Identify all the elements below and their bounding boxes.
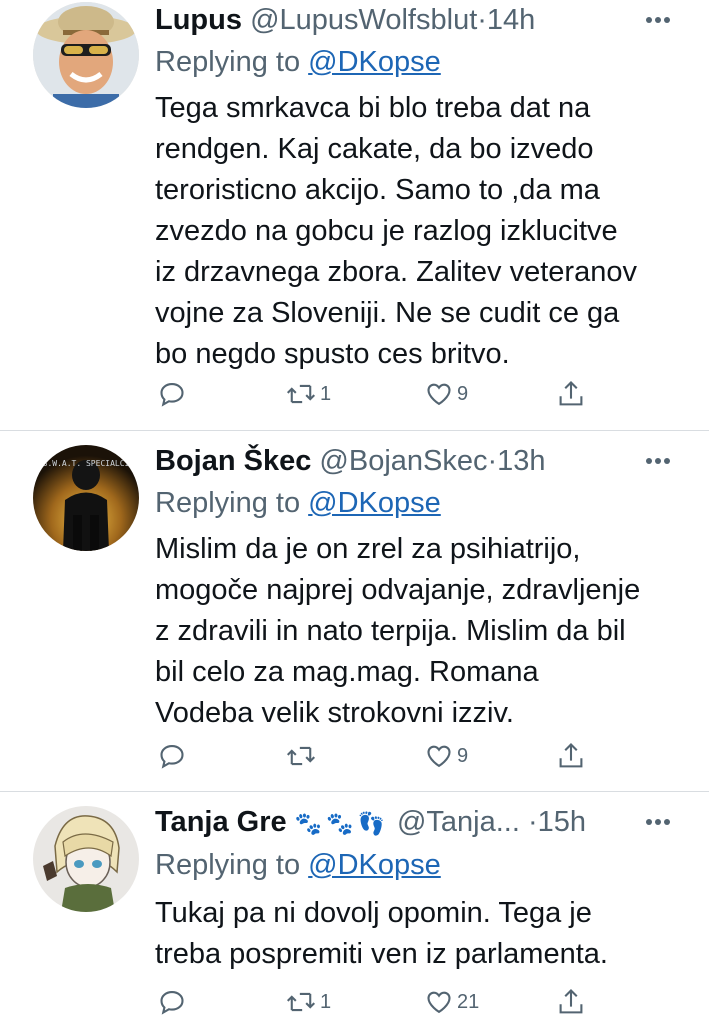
like-button[interactable]: 9 [425,374,468,414]
retweet-icon [286,384,316,404]
tweet-header: Bojan Škec @BojanSkec·13h [155,441,709,481]
avatar-photo [33,2,139,108]
mention-link[interactable]: @DKopse [308,487,441,519]
retweet-button[interactable]: 1 [286,982,331,1022]
retweet-button[interactable] [286,736,320,776]
separator-dot: · [477,4,487,36]
user-handle[interactable]: @LupusWolfsblut [250,4,477,36]
user-handle[interactable]: @Tanja... [397,806,520,838]
share-button[interactable] [557,374,585,414]
timestamp[interactable]: 15h [538,806,586,838]
replying-to-label: Replying to [155,849,301,881]
tweet-text-line: Tega smrkavca bi blo treba dat na [155,92,591,124]
avatar[interactable] [33,806,139,912]
tweet-text: Mislim da je on zrel za psihiatrijo, mog… [155,529,690,734]
display-name[interactable]: Bojan Škec [155,445,311,477]
like-button[interactable]: 21 [425,982,479,1022]
reply-button[interactable] [158,736,190,776]
reply-icon [160,745,184,769]
tweet-text-line: mogoče najprej odvajanje, zdravljenje [155,574,641,606]
tweet-text-line: Tukaj pa ni dovolj opomin. Tega je [155,897,592,929]
replying-to: Replying to @DKopse [155,42,441,82]
share-icon [559,380,583,406]
more-icon[interactable] [645,802,671,853]
retweet-count: 1 [320,990,332,1013]
tweet-actions: 1 9 [155,374,595,414]
retweet-icon [286,992,316,1012]
retweet-count: 1 [320,382,332,405]
replying-to-label: Replying to [155,46,301,78]
replying-to: Replying to @DKopse [155,845,441,885]
tweet-text-line: rendgen. Kaj cakate, da bo izvedo [155,133,594,165]
tweet-text-line: treba pospremiti ven iz parlamenta. [155,938,608,970]
heart-icon [427,383,451,406]
retweet-icon [286,746,316,766]
name-emoji: 🐾🐾👣 [294,811,389,836]
like-count: 9 [457,382,469,405]
reply-icon [160,383,184,407]
share-icon [559,742,583,768]
mention-link[interactable]: @DKopse [308,849,441,881]
heart-icon [427,991,451,1014]
share-button[interactable] [557,982,585,1022]
tweet-text-line: bil celo za mag.mag. Romana [155,656,539,688]
like-count: 9 [457,744,469,767]
reply-button[interactable] [158,982,190,1022]
reply-icon [160,991,184,1015]
tweet[interactable]: Tanja Gre 🐾🐾👣 @Tanja... ·15h Replying to… [0,792,709,1024]
tweet-text-line: iz drzavnega zbora. Zalitev veteranov [155,256,637,288]
replying-to: Replying to @DKopse [155,483,441,523]
tweet-actions: 9 [155,736,595,776]
avatar-caption: S.W.A.T. SPECIALCI [42,459,130,468]
tweet-header: Lupus @LupusWolfsblut·14h [155,0,709,40]
replying-to-label: Replying to [155,487,301,519]
display-name[interactable]: Tanja Gre [155,806,287,838]
tweet-actions: 1 21 [155,982,595,1022]
share-button[interactable] [557,736,585,776]
user-handle[interactable]: @BojanSkec [319,445,487,477]
tweet[interactable]: S.W.A.T. SPECIALCI Bojan Škec @BojanSkec… [0,431,709,791]
tweet-text: Tukaj pa ni dovolj opomin. Tega je treba… [155,893,690,975]
tweet-text-line: Vodeba velik strokovni izziv. [155,697,514,729]
avatar[interactable]: S.W.A.T. SPECIALCI [33,445,139,551]
heart-icon [427,745,451,768]
timestamp[interactable]: 14h [487,4,535,36]
separator-dot: · [487,445,498,477]
avatar[interactable] [33,2,139,108]
timestamp[interactable]: 13h [497,445,545,477]
retweet-button[interactable]: 1 [286,374,331,414]
tweet-header: Tanja Gre 🐾🐾👣 @Tanja... ·15h [155,802,709,842]
tweet-text-line: vojne za Sloveniji. Ne se cudit ce ga [155,297,620,329]
more-icon[interactable] [645,0,671,51]
tweet-text-line: z zdravili in nato terpija. Mislim da bi… [155,615,626,647]
more-icon[interactable] [645,441,671,492]
tweet-text-line: teroristicno akcijo. Samo to ,da ma [155,174,600,206]
tweet[interactable]: Lupus @LupusWolfsblut·14h Replying to @D… [0,0,709,430]
tweet-text-line: Mislim da je on zrel za psihiatrijo, [155,533,581,565]
tweet-text-line: zvezdo na gobcu je razlog izklucitve [155,215,618,247]
like-count: 21 [457,990,480,1013]
tweet-text: Tega smrkavca bi blo treba dat na rendge… [155,88,690,375]
reply-button[interactable] [158,374,190,414]
share-icon [559,988,583,1014]
like-button[interactable]: 9 [425,736,468,776]
separator-dot: · [527,806,538,838]
mention-link[interactable]: @DKopse [308,46,441,78]
display-name[interactable]: Lupus [155,4,242,36]
avatar-photo [33,806,139,912]
tweet-text-line: bo negdo spusto ces britvo. [155,338,510,370]
